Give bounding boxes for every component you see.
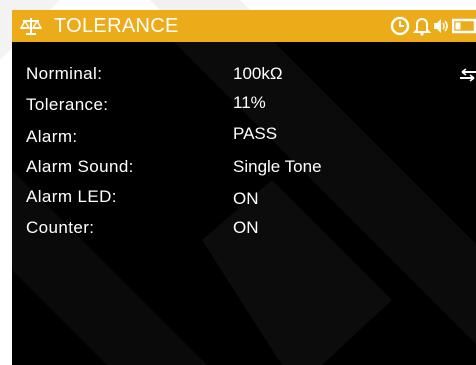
device-screen: TOLERANCE Norminal: 100kΩ Tolerance: 11%… (12, 10, 476, 365)
counter-value: ON (233, 218, 259, 237)
title-bar: TOLERANCE (12, 10, 476, 42)
alarm-sound-label: Alarm Sound: (26, 157, 134, 176)
alarm-label: Alarm: (26, 127, 78, 146)
status-icons (380, 10, 476, 42)
nominal-value: 100kΩ (233, 64, 283, 83)
battery-icon (452, 18, 476, 34)
tolerance-value: 11% (233, 93, 266, 112)
clock-icon (390, 16, 410, 36)
device-bezel: TOLERANCE Norminal: 100kΩ Tolerance: 11%… (0, 0, 476, 365)
swap-arrows-icon (460, 68, 476, 82)
alarm-led-label: Alarm LED: (26, 187, 117, 206)
counter-label: Counter: (26, 218, 95, 237)
tolerance-label: Tolerance: (26, 95, 109, 114)
screen-title: TOLERANCE (54, 15, 179, 37)
alarm-value: PASS (233, 124, 278, 143)
scale-balance-icon (20, 18, 42, 35)
speaker-icon (434, 19, 448, 33)
alarm-sound-value: Single Tone (233, 157, 322, 176)
bell-icon (413, 18, 431, 36)
nominal-label: Norminal: (26, 64, 103, 83)
alarm-led-value: ON (233, 189, 259, 208)
